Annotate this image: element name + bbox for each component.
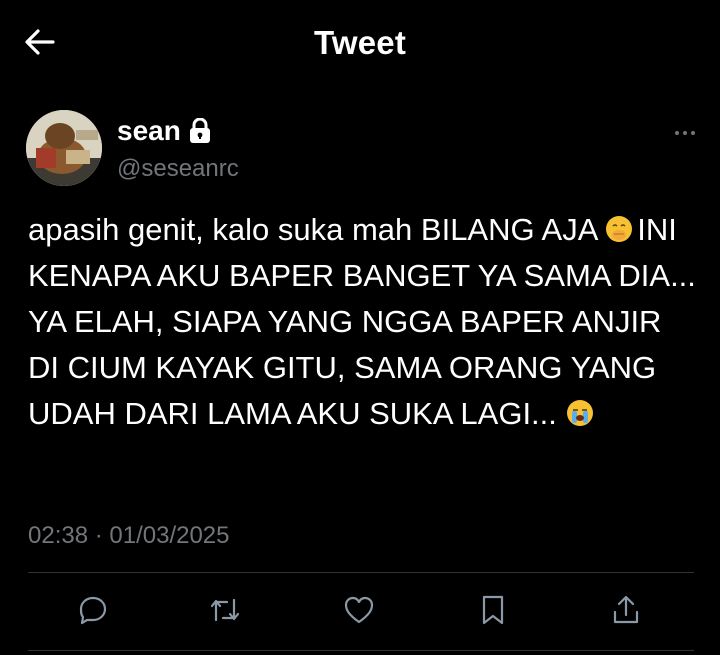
reply-button[interactable] — [76, 593, 110, 627]
bottom-divider — [28, 650, 694, 651]
more-icon — [674, 130, 696, 136]
top-bar: Tweet — [0, 0, 720, 88]
more-options-button[interactable] — [670, 122, 700, 144]
bookmark-button[interactable] — [476, 593, 510, 627]
retweet-icon — [209, 596, 241, 624]
author-name-row: sean — [117, 114, 211, 148]
like-button[interactable] — [342, 593, 376, 627]
tweet-timestamp[interactable]: 02:38 · 01/03/2025 — [28, 522, 230, 550]
page-title: Tweet — [313, 24, 407, 61]
tweet-text-line1: apasih genit, kalo suka mah BILANG AJA — [28, 212, 597, 247]
share-button[interactable] — [609, 593, 643, 627]
share-icon — [612, 595, 640, 625]
loudly-crying-emoji — [566, 399, 594, 427]
lock-icon — [189, 118, 211, 144]
avatar[interactable] — [26, 110, 102, 186]
retweet-button[interactable] — [208, 593, 242, 627]
author-display-name[interactable]: sean — [117, 115, 181, 147]
divider — [28, 572, 694, 573]
like-icon — [344, 596, 374, 624]
reply-icon — [78, 595, 108, 625]
hand-over-mouth-emoji — [605, 215, 633, 243]
action-bar — [0, 585, 720, 635]
bookmark-icon — [481, 595, 505, 625]
author-handle[interactable]: @seseanrc — [117, 155, 239, 183]
tweet-text: apasih genit, kalo suka mah BILANG AJA I… — [28, 207, 698, 437]
